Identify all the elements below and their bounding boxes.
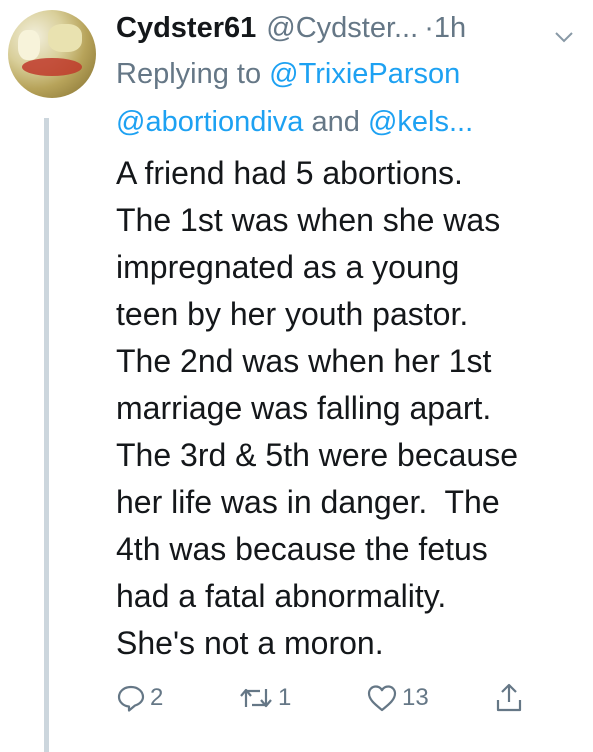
replying-prefix: Replying to (116, 58, 262, 90)
tweet-text-line: 4th was because the fetus (116, 531, 488, 567)
retweet-count: 1 (278, 684, 292, 711)
chevron-down-icon[interactable] (553, 20, 575, 43)
tweet-text-line: The 2nd was when her 1st (116, 343, 492, 379)
tweet-text-line: The 3rd & 5th were because (116, 437, 519, 473)
retweet-button[interactable]: 1 (238, 678, 291, 718)
tweet-text: A friend had 5 abortions. The 1st was wh… (116, 150, 586, 667)
like-button[interactable]: 13 (366, 678, 429, 718)
tweet-text-line: her life was in danger. The (116, 484, 500, 520)
tweet-text-line: teen by her youth pastor. (116, 296, 469, 332)
share-icon (494, 682, 524, 714)
reply-count: 2 (150, 684, 164, 711)
mention-link[interactable]: @kels... (368, 106, 473, 138)
tweet-header: Cydster61 @Cydster... · 1h (116, 8, 579, 48)
thread-line (44, 118, 49, 752)
separator-dot: · (424, 11, 434, 44)
avatar[interactable] (8, 10, 96, 98)
tweet-text-line: impregnated as a young (116, 249, 460, 285)
share-button[interactable] (494, 678, 524, 718)
replying-to-line-continued: @abortiondiva and @kels... (116, 106, 473, 139)
display-name[interactable]: Cydster61 (116, 12, 256, 45)
tweet-actions: 2 1 13 (116, 678, 586, 718)
tweet-text-line: She's not a moron. (116, 625, 384, 661)
mention-link[interactable]: @TrixieParson (269, 58, 460, 90)
tweet-text-line: A friend had 5 abortions. (116, 155, 463, 191)
retweet-icon (238, 683, 274, 713)
heart-icon (366, 683, 398, 713)
user-handle[interactable]: @Cydster... (266, 12, 418, 45)
mention-link[interactable]: @abortiondiva (116, 106, 303, 138)
tweet-text-line: had a fatal abnormality. (116, 578, 447, 614)
replying-and: and (311, 106, 360, 138)
like-count: 13 (402, 684, 429, 711)
tweet-text-line: marriage was falling apart. (116, 390, 492, 426)
replying-to-line: Replying to @TrixieParson (116, 58, 460, 91)
timestamp[interactable]: 1h (434, 12, 466, 45)
reply-button[interactable]: 2 (116, 678, 163, 718)
reply-icon (116, 683, 146, 713)
tweet-text-line: The 1st was when she was (116, 202, 501, 238)
